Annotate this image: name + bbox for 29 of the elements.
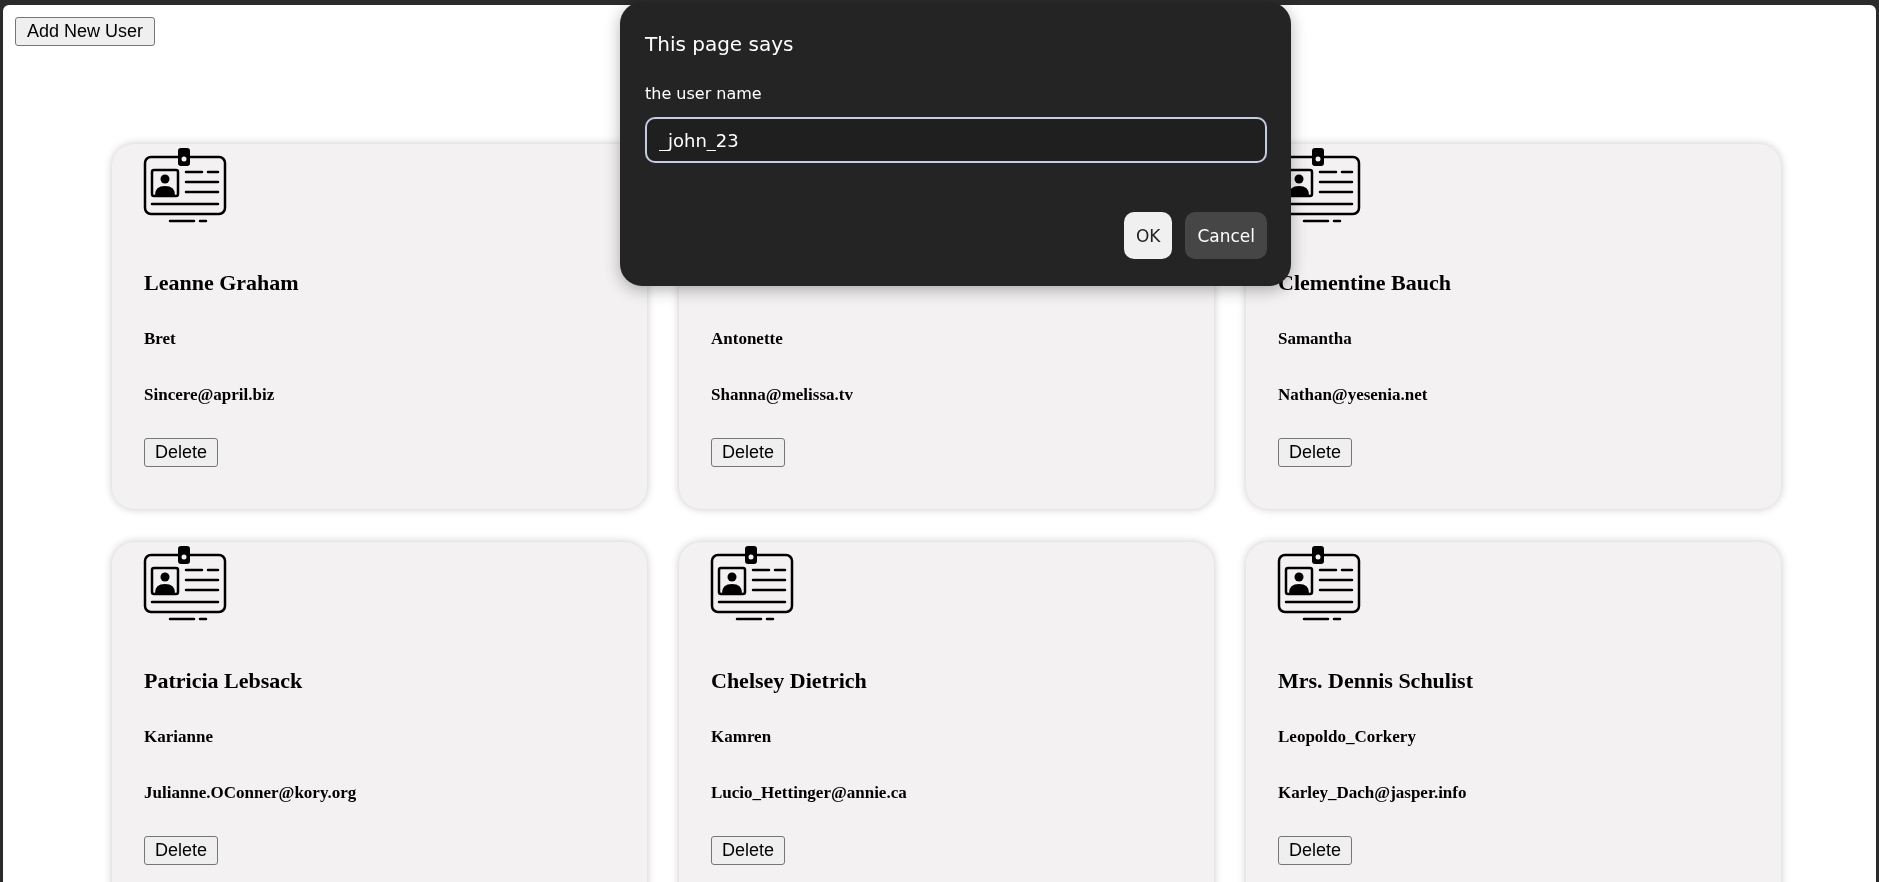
- delete-button[interactable]: Delete: [144, 836, 219, 865]
- user-email: Lucio_Hettinger@annie.ca: [711, 782, 907, 804]
- user-email: Karley_Dach@jasper.info: [1278, 782, 1467, 804]
- dialog-title: This page says: [645, 32, 795, 56]
- user-username: Kamren: [711, 726, 772, 748]
- user-name: Clementine Bauch: [1278, 270, 1451, 296]
- user-name: Leanne Graham: [144, 270, 299, 296]
- user-email: Nathan@yesenia.net: [1278, 384, 1428, 406]
- user-username: Bret: [144, 328, 176, 350]
- user-email: Julianne.OConner@kory.org: [144, 782, 357, 804]
- delete-button[interactable]: Delete: [1278, 836, 1353, 865]
- user-email: Shanna@melissa.tv: [711, 384, 853, 406]
- add-user-button[interactable]: Add New User: [15, 17, 156, 46]
- user-username: Samantha: [1278, 328, 1352, 350]
- delete-button[interactable]: Delete: [144, 438, 219, 467]
- ok-button[interactable]: OK: [1123, 212, 1173, 259]
- user-username: Leopoldo_Corkery: [1278, 726, 1416, 748]
- delete-button[interactable]: Delete: [1278, 438, 1353, 467]
- user-name: Mrs. Dennis Schulist: [1278, 668, 1473, 694]
- user-name: Patricia Lebsack: [144, 668, 303, 694]
- user-name: Chelsey Dietrich: [711, 668, 867, 694]
- dialog-message: the user name: [645, 84, 763, 103]
- delete-button[interactable]: Delete: [711, 438, 786, 467]
- user-username: Karianne: [144, 726, 213, 748]
- user-username: Antonette: [711, 328, 783, 350]
- delete-button[interactable]: Delete: [711, 836, 786, 865]
- user-email: Sincere@april.biz: [144, 384, 275, 406]
- input-field[interactable]: _john_23: [645, 117, 1267, 163]
- cancel-button[interactable]: Cancel: [1185, 212, 1267, 259]
